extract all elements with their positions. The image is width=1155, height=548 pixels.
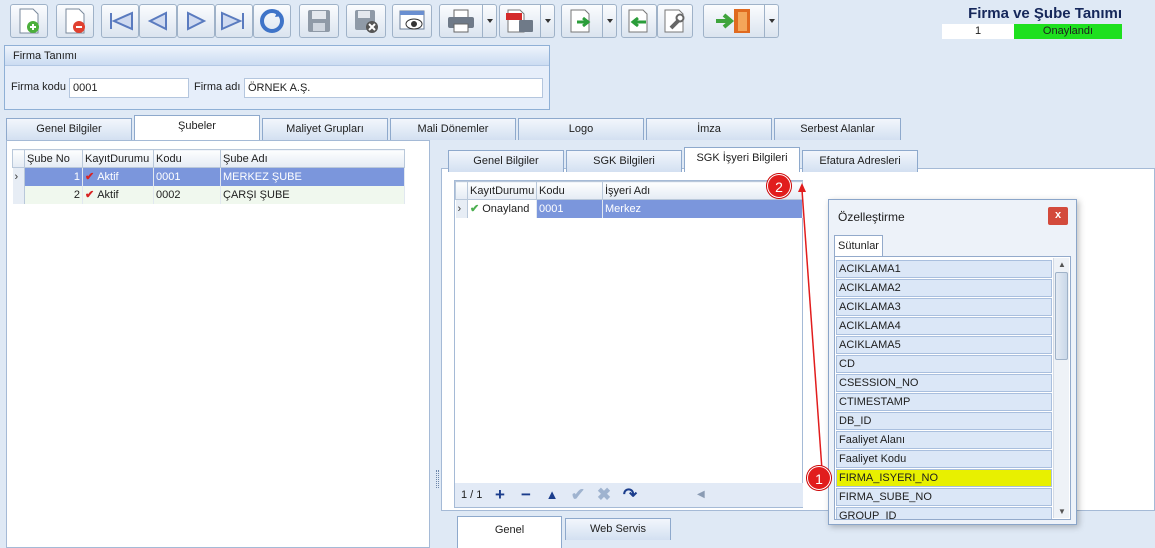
- annotation-arrow: [798, 183, 823, 471]
- callout-badge-2: 2: [767, 174, 791, 198]
- callout-badge-1: 1: [807, 466, 831, 490]
